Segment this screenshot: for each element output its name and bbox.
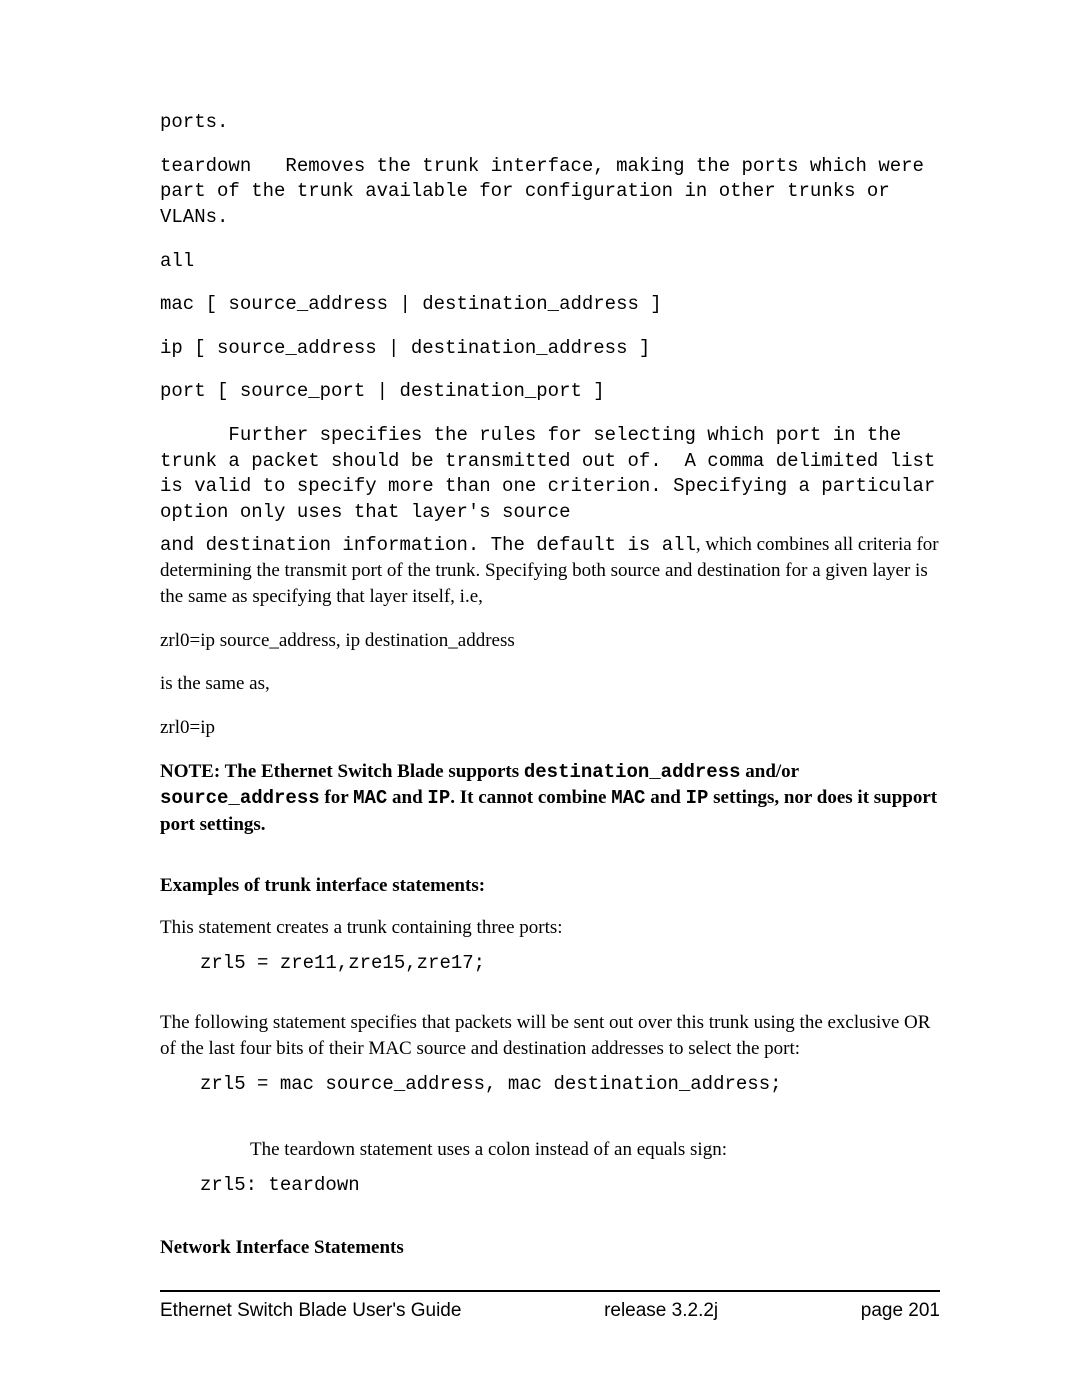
text-all: all: [160, 249, 940, 275]
code-three-ports: zrl5 = zre11,zre15,zre17;: [200, 951, 940, 977]
footer-divider: [160, 1290, 940, 1292]
text-port-syntax: port [ source_port | destination_port ]: [160, 379, 940, 405]
text-ports: ports.: [160, 110, 940, 136]
text-zrl0-short: zrl0=ip: [160, 715, 940, 741]
text-ip-syntax: ip [ source_address | destination_addres…: [160, 336, 940, 362]
note-paragraph: NOTE: The Ethernet Switch Blade supports…: [160, 759, 940, 838]
footer-page-number: page 201: [861, 1300, 940, 1322]
document-page: ports. teardown Removes the trunk interf…: [0, 0, 1080, 1397]
text-following-stmt: The following statement specifies that p…: [160, 1010, 940, 1061]
text-is-same-as: is the same as,: [160, 671, 940, 697]
text-mixed-paragraph: and destination information. The default…: [160, 532, 940, 610]
note-and: and: [387, 787, 427, 808]
note-mac2: MAC: [611, 787, 645, 809]
note-for: for: [320, 787, 353, 808]
note-and2: and: [645, 787, 685, 808]
text-teardown-note: The teardown statement uses a colon inst…: [250, 1137, 940, 1163]
footer-title: Ethernet Switch Blade User's Guide: [160, 1300, 461, 1322]
text-mac-syntax: mac [ source_address | destination_addre…: [160, 292, 940, 318]
note-src-addr: source_address: [160, 787, 320, 809]
heading-examples: Examples of trunk interface statements:: [160, 873, 940, 899]
code-mac-addr: zrl5 = mac source_address, mac destinati…: [200, 1072, 940, 1098]
code-teardown: zrl5: teardown: [200, 1173, 940, 1199]
note-ip2: IP: [686, 787, 709, 809]
text-all-keyword: all: [662, 534, 696, 556]
text-further-specifies: Further specifies the rules for selectin…: [160, 423, 940, 526]
text-stmt-three-ports: This statement creates a trunk containin…: [160, 915, 940, 941]
footer-release: release 3.2.2j: [604, 1300, 718, 1322]
note-mac: MAC: [353, 787, 387, 809]
note-ip: IP: [427, 787, 450, 809]
text-mixed-lead: and destination information. The default…: [160, 534, 662, 556]
text-zrl0-long: zrl0=ip source_address, ip destination_a…: [160, 628, 940, 654]
note-dest-addr: destination_address: [524, 761, 741, 783]
note-andor: and/or: [741, 761, 799, 782]
note-prefix: NOTE: The Ethernet Switch Blade supports: [160, 761, 524, 782]
note-mid: . It cannot combine: [450, 787, 611, 808]
text-teardown-desc: teardown Removes the trunk interface, ma…: [160, 154, 940, 231]
heading-network-interface: Network Interface Statements: [160, 1235, 940, 1261]
page-footer: Ethernet Switch Blade User's Guide relea…: [160, 1300, 940, 1322]
